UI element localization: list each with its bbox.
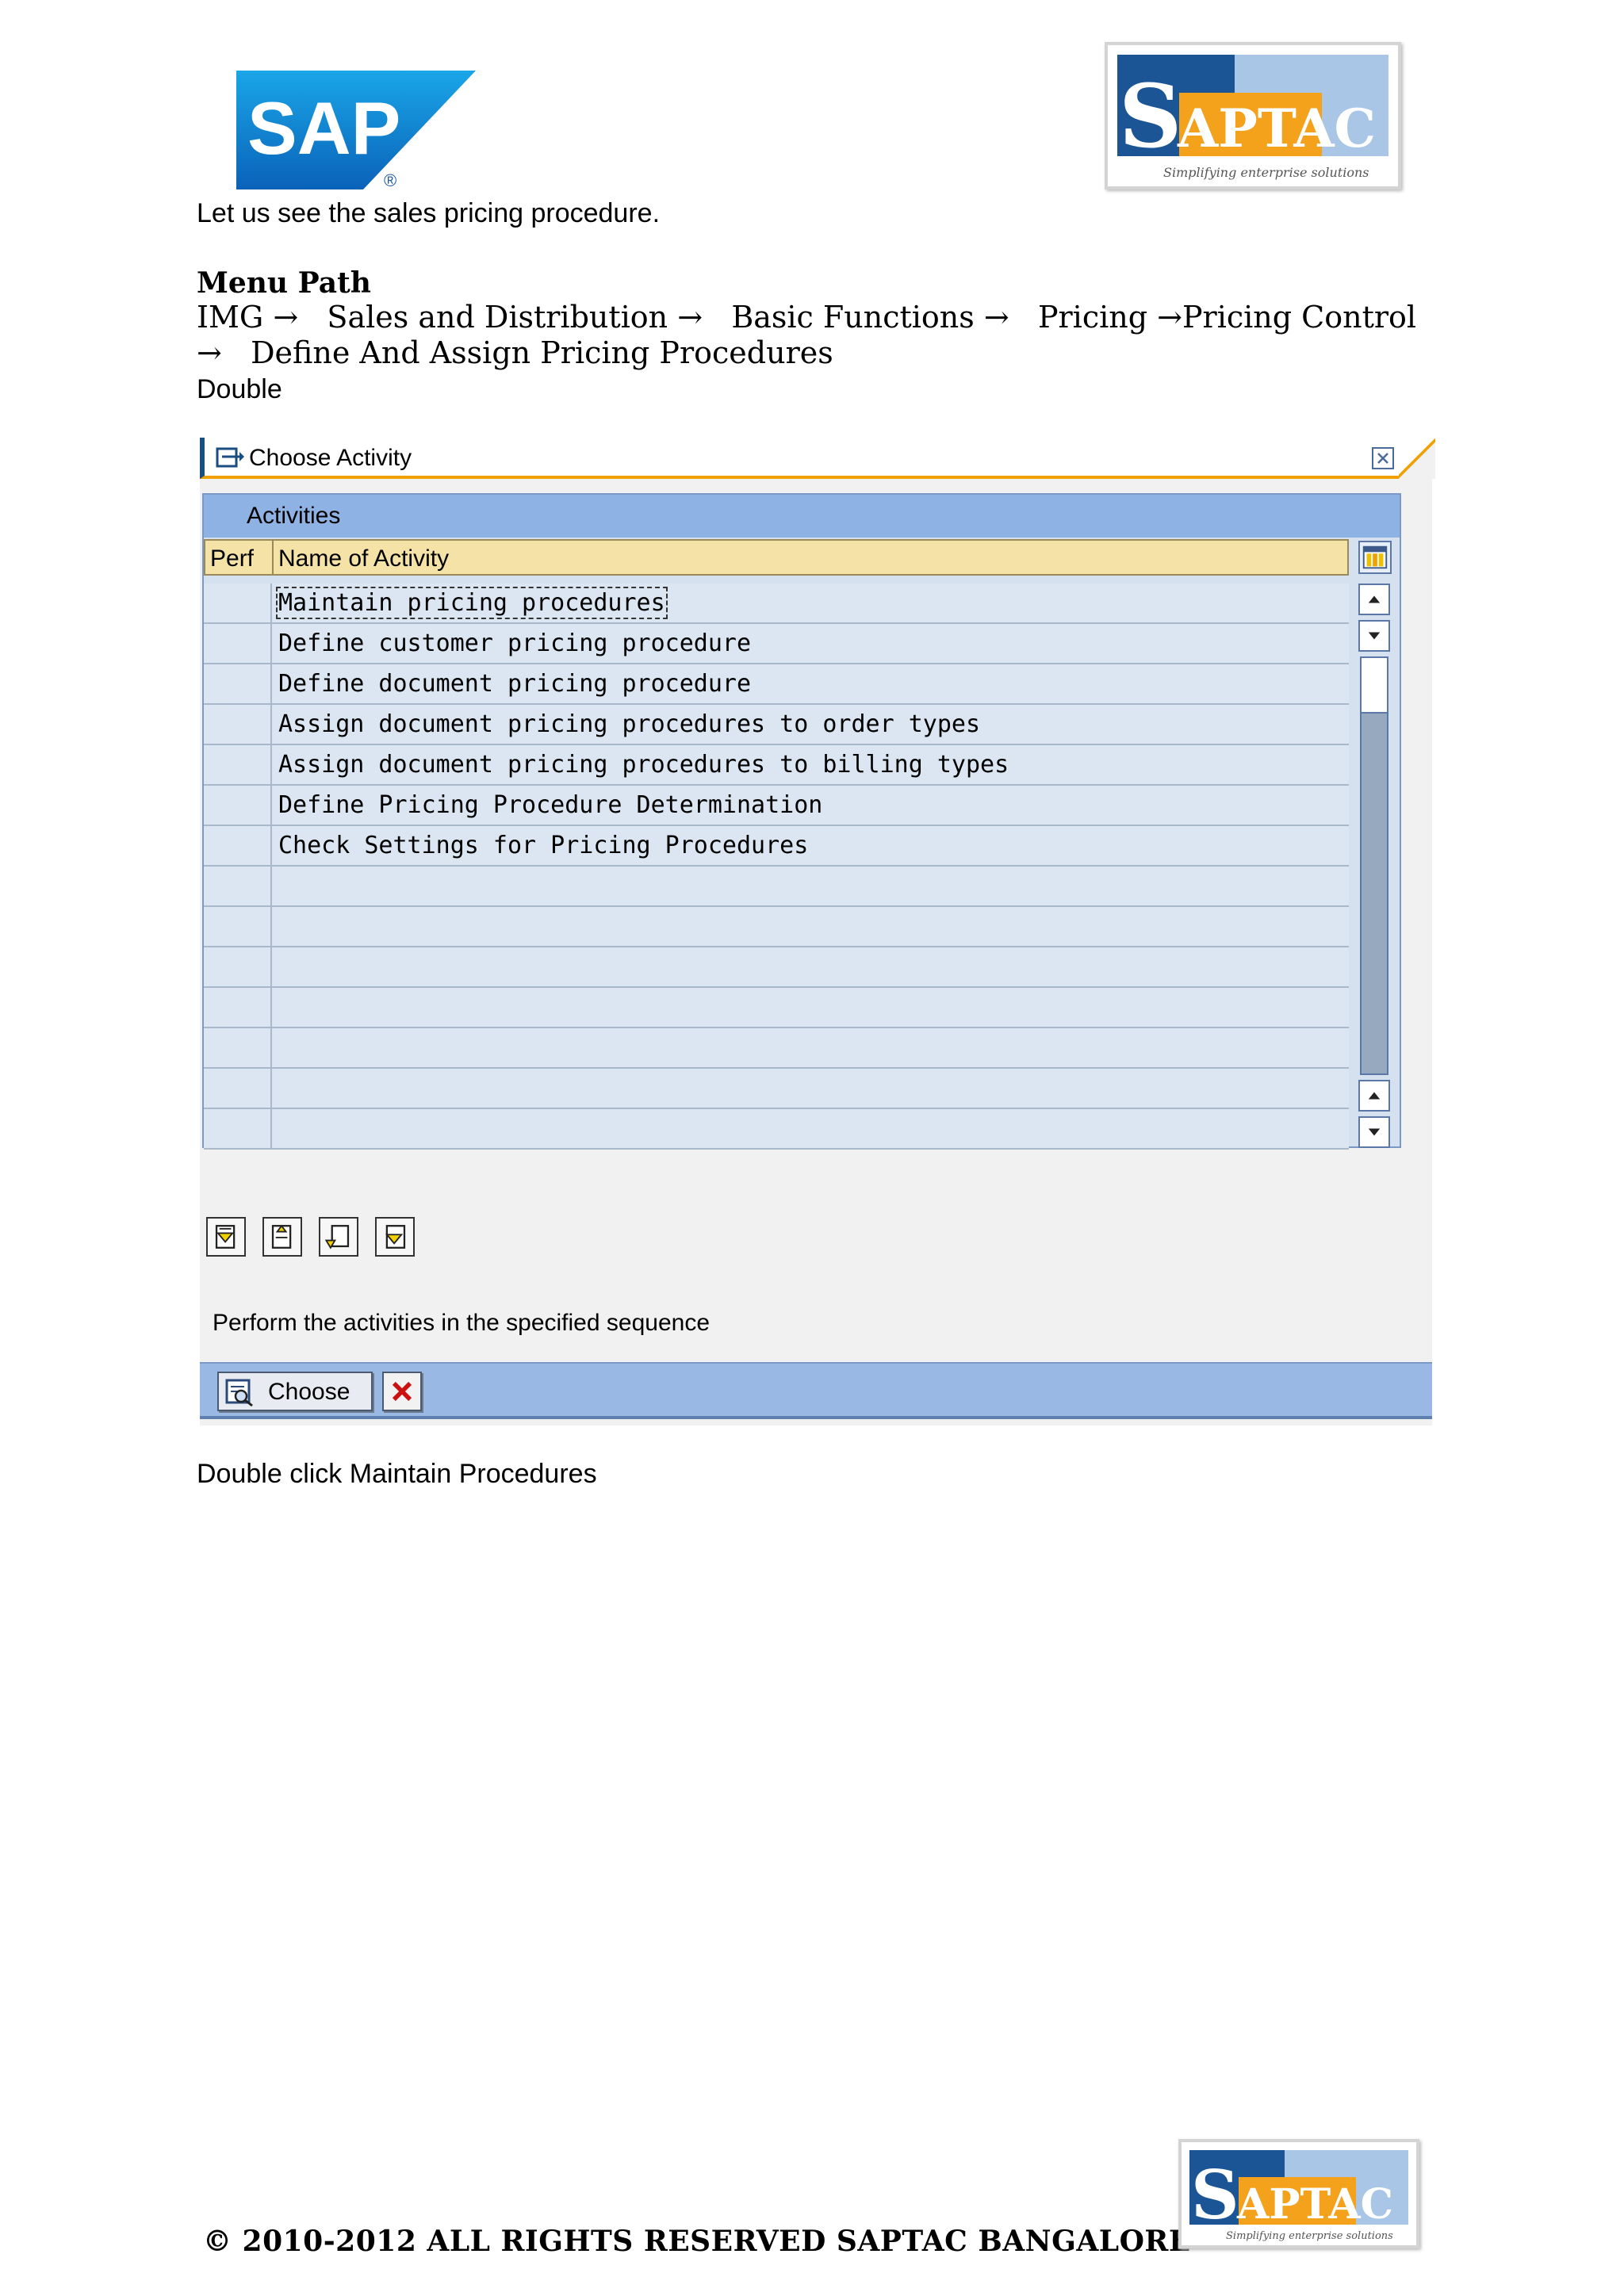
svg-text:APTAC: APTAC <box>1236 2180 1393 2229</box>
perf-cell[interactable] <box>204 826 272 865</box>
activity-name[interactable]: Define customer pricing procedure <box>278 629 751 657</box>
vertical-scrollbar[interactable] <box>1358 584 1390 1148</box>
scroll-page-up-icon[interactable] <box>1358 1080 1390 1112</box>
table-row[interactable]: Maintain pricing procedures <box>204 584 1349 624</box>
dialog-titlebar: Choose Activity <box>200 434 1435 479</box>
perf-cell[interactable] <box>204 786 272 825</box>
instruction-text: Double click Maintain Procedures <box>197 1459 597 1489</box>
choose-icon <box>224 1377 255 1407</box>
table-row[interactable] <box>204 1069 1349 1109</box>
double-text: Double <box>197 374 282 404</box>
svg-text:APTAC: APTAC <box>1177 98 1376 159</box>
svg-text:®: ® <box>384 170 396 189</box>
document-expand-icon[interactable] <box>375 1217 415 1257</box>
activity-name[interactable]: Define Pricing Procedure Determination <box>278 791 822 819</box>
perf-cell[interactable] <box>204 584 272 622</box>
table-row[interactable] <box>204 867 1349 907</box>
activity-name[interactable]: Assign document pricing procedures to bi… <box>278 751 1009 779</box>
menu-path-line-1: IMG → Sales and Distribution → Basic Fun… <box>197 300 1417 335</box>
saptac-logo: S APTAC Simplifying enterprise solutions <box>1105 42 1401 189</box>
menu-path-line-2: → Define And Assign Pricing Procedures <box>197 335 833 370</box>
sap-logo-text: SAP <box>247 86 400 170</box>
column-name-of-activity[interactable]: Name of Activity <box>278 545 449 572</box>
scroll-down-icon[interactable] <box>1358 620 1390 652</box>
table-row[interactable]: Define Pricing Procedure Determination <box>204 786 1349 826</box>
activity-name[interactable]: Define document pricing procedure <box>278 670 751 698</box>
dialog-title: Choose Activity <box>249 445 412 471</box>
table-row[interactable] <box>204 907 1349 947</box>
column-divider[interactable] <box>272 541 274 574</box>
scroll-page-down-icon[interactable] <box>1358 1116 1390 1148</box>
perf-cell[interactable] <box>204 745 272 784</box>
perf-cell[interactable] <box>204 988 272 1027</box>
table-row[interactable]: Define document pricing procedure <box>204 664 1349 705</box>
select-all-icon[interactable] <box>206 1217 246 1257</box>
scroll-up-icon[interactable] <box>1358 584 1390 615</box>
close-icon[interactable] <box>1372 447 1394 469</box>
choose-activity-dialog: Choose Activity Activities Perf Name of … <box>200 434 1435 1425</box>
table-row[interactable] <box>204 988 1349 1028</box>
perf-cell[interactable] <box>204 664 272 703</box>
activities-title: Activities <box>247 503 341 529</box>
table-row[interactable] <box>204 1028 1349 1069</box>
scroll-thumb[interactable] <box>1362 658 1387 714</box>
table-row[interactable] <box>204 1109 1349 1150</box>
table-row[interactable] <box>204 947 1349 988</box>
saptac-logo-footer: S APTAC Simplifying enterprise solutions <box>1178 2139 1419 2248</box>
scroll-track[interactable] <box>1360 656 1388 1075</box>
activities-header: Activities <box>204 495 1400 538</box>
sap-logo: SAP ® <box>236 71 476 190</box>
perf-cell[interactable] <box>204 624 272 663</box>
table-row[interactable]: Check Settings for Pricing Procedures <box>204 826 1349 867</box>
cancel-icon[interactable] <box>382 1372 422 1411</box>
column-perf[interactable]: Perf <box>210 545 254 572</box>
table-settings-icon[interactable] <box>1358 541 1392 574</box>
perf-cell[interactable] <box>204 947 272 986</box>
copyright-text: © 2010-2012 ALL RIGHTS RESERVED SAPTAC B… <box>203 2225 1191 2258</box>
perf-cell[interactable] <box>204 1028 272 1067</box>
table-row[interactable]: Assign document pricing procedures to or… <box>204 705 1349 745</box>
dialog-footer: Choose <box>200 1362 1432 1419</box>
deselect-all-icon[interactable] <box>262 1217 302 1257</box>
svg-text:Simplifying enterprise solutio: Simplifying enterprise solutions <box>1163 165 1369 180</box>
intro-text: Let us see the sales pricing procedure. <box>197 198 661 228</box>
perf-cell[interactable] <box>204 705 272 744</box>
dialog-window-icon <box>216 446 244 469</box>
svg-text:S: S <box>1191 2156 1239 2234</box>
perf-cell[interactable] <box>204 1109 272 1148</box>
activity-name[interactable]: Maintain pricing procedures <box>276 587 668 619</box>
table-row[interactable]: Assign document pricing procedures to bi… <box>204 745 1349 786</box>
activities-group: Activities Perf Name of Activity Maintai… <box>202 493 1401 1150</box>
choose-label: Choose <box>268 1379 350 1405</box>
activity-name[interactable]: Assign document pricing procedures to or… <box>278 710 980 738</box>
document-down-icon[interactable] <box>319 1217 358 1257</box>
svg-text:Simplifying enterprise solutio: Simplifying enterprise solutions <box>1226 2230 1393 2242</box>
table-row[interactable]: Define customer pricing procedure <box>204 624 1349 664</box>
sequence-hint: Perform the activities in the specified … <box>213 1310 710 1336</box>
choose-button[interactable]: Choose <box>217 1372 373 1411</box>
table-header: Perf Name of Activity <box>204 539 1349 576</box>
svg-text:S: S <box>1119 65 1182 167</box>
perf-cell[interactable] <box>204 1069 272 1108</box>
perf-cell[interactable] <box>204 867 272 905</box>
activity-name[interactable]: Check Settings for Pricing Procedures <box>278 832 808 859</box>
menu-path-heading: Menu Path <box>197 266 371 300</box>
perf-cell[interactable] <box>204 907 272 946</box>
